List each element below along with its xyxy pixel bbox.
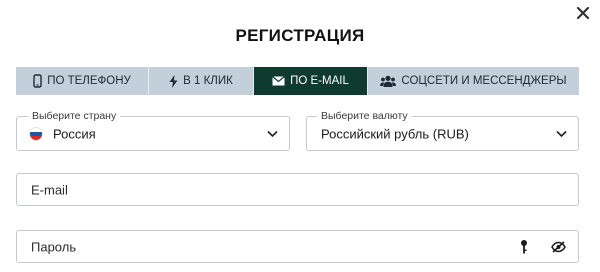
tab-social[interactable]: СОЦСЕТИ И МЕССЕНДЖЕРЫ	[368, 67, 579, 95]
lightning-icon	[169, 74, 178, 88]
tab-label: СОЦСЕТИ И МЕССЕНДЖЕРЫ	[401, 75, 567, 87]
tab-label: ПО E-MAIL	[290, 75, 349, 87]
currency-select-value: Российский рубль (RUB)	[321, 126, 469, 141]
country-select-label: Выберите страну	[28, 110, 121, 123]
currency-select[interactable]: Выберите валюту Российский рубль (RUB)	[306, 110, 579, 151]
key-icon[interactable]	[520, 239, 528, 254]
country-select[interactable]: Выберите страну Россия	[16, 110, 290, 151]
email-placeholder: E-mail	[31, 182, 68, 197]
envelope-icon	[272, 76, 286, 86]
password-placeholder: Пароль	[31, 239, 77, 254]
russia-flag-icon	[29, 126, 43, 141]
tab-label: ПО ТЕЛЕФОНУ	[47, 75, 131, 87]
tab-by-email[interactable]: ПО E-MAIL	[254, 67, 368, 95]
tab-one-click[interactable]: В 1 КЛИК	[149, 67, 254, 95]
registration-method-tabs: ПО ТЕЛЕФОНУ В 1 КЛИК ПО E-MAIL СОЦСЕТИ И…	[16, 67, 579, 95]
phone-icon	[33, 74, 42, 88]
password-field[interactable]: Пароль	[16, 230, 579, 263]
tab-label: В 1 КЛИК	[183, 75, 233, 87]
currency-select-label: Выберите валюту	[317, 110, 412, 123]
close-icon	[576, 6, 590, 20]
chevron-down-icon	[556, 130, 567, 137]
chevron-down-icon	[267, 130, 278, 137]
country-select-value: Россия	[53, 126, 96, 141]
tab-by-phone[interactable]: ПО ТЕЛЕФОНУ	[16, 67, 149, 95]
eye-slash-icon[interactable]	[551, 240, 566, 253]
email-field[interactable]: E-mail	[16, 173, 579, 206]
close-button[interactable]	[575, 5, 591, 21]
users-icon	[380, 75, 397, 87]
dialog-title: РЕГИСТРАЦИЯ	[235, 26, 365, 45]
